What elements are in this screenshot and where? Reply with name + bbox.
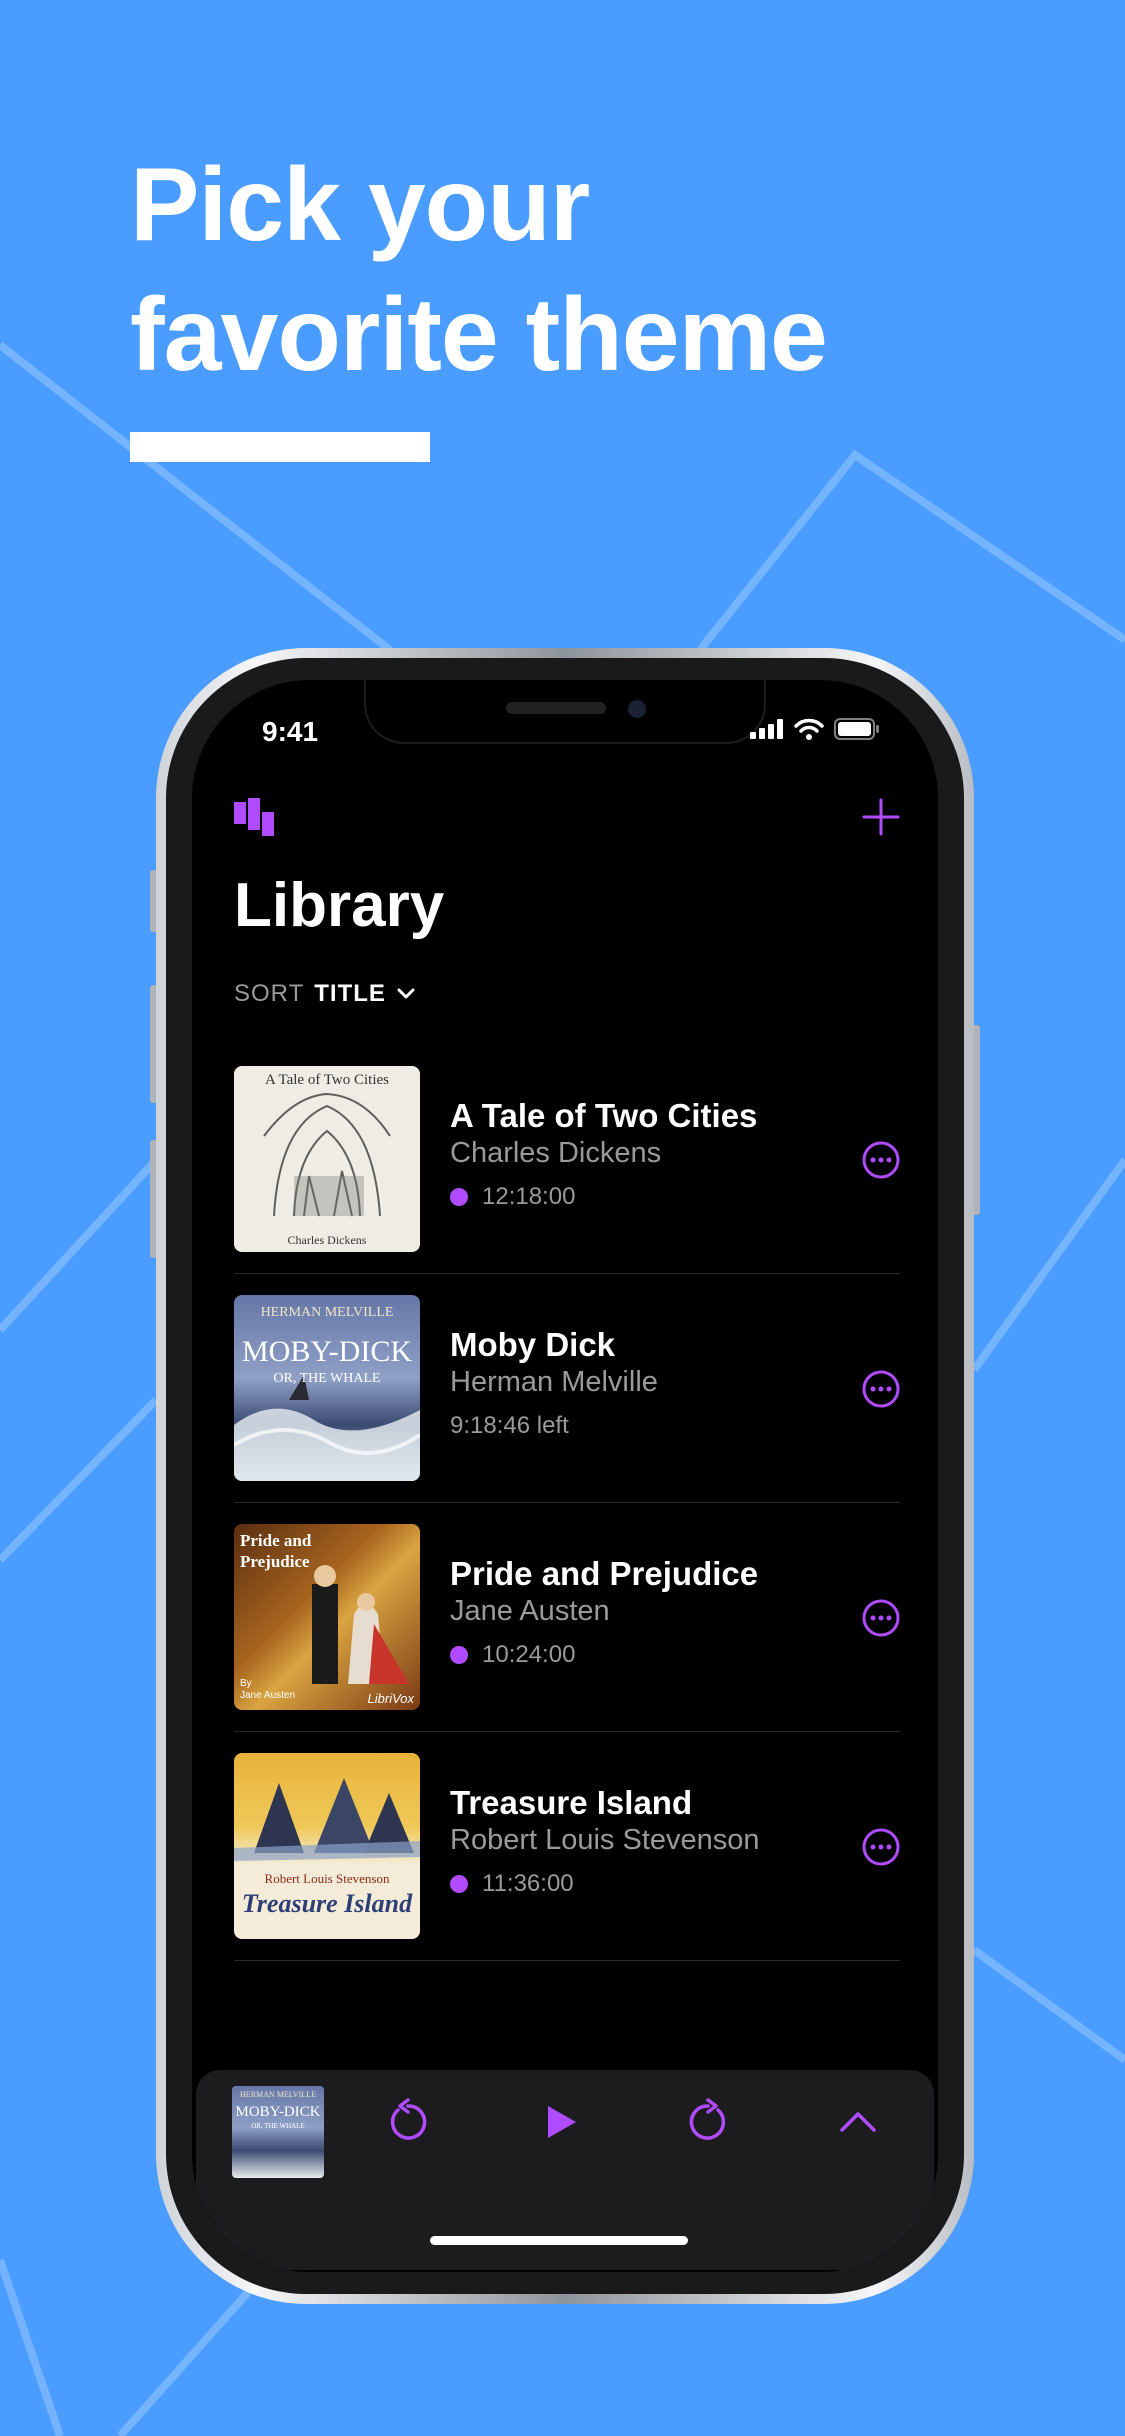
cover-art xyxy=(263,1092,391,1217)
page-title: Library xyxy=(234,871,445,940)
cover-author: Charles Dickens xyxy=(287,1233,367,1247)
skip-forward-icon[interactable] xyxy=(684,2098,732,2146)
book-title: Moby Dick xyxy=(450,1326,616,1363)
headline-line-2: favorite theme xyxy=(130,277,828,393)
more-options-icon[interactable] xyxy=(862,1599,900,1637)
book-list: A Tale of Two Cities Charles Dickens A T… xyxy=(234,1045,900,1961)
headline-line-1: Pick your xyxy=(130,147,590,263)
cover-title-line-2: Prejudice xyxy=(240,1552,310,1571)
cover-title: Treasure Island xyxy=(241,1889,413,1918)
unplayed-dot xyxy=(450,1188,468,1206)
book-cover: HERMAN MELVILLE MOBY-DICK OR, THE WHALE xyxy=(234,1295,420,1481)
status-time: 9:41 xyxy=(262,716,319,747)
unplayed-dot xyxy=(450,1646,468,1664)
book-author: Herman Melville xyxy=(450,1366,658,1398)
book-author: Robert Louis Stevenson xyxy=(450,1824,760,1856)
book-duration: 10:24:00 xyxy=(482,1641,576,1668)
status-icons xyxy=(750,718,880,740)
cover-author: Robert Louis Stevenson xyxy=(264,1871,390,1886)
sort-control[interactable]: SORT TITLE xyxy=(234,980,416,1008)
book-duration: 12:18:00 xyxy=(482,1183,576,1210)
play-icon[interactable] xyxy=(536,2098,584,2146)
book-meta: 11:36:00 xyxy=(450,1870,574,1898)
cellular-signal-icon xyxy=(750,719,783,739)
cover-by: By xyxy=(240,1678,252,1689)
cover-byline: By Jane Austen xyxy=(240,1678,295,1702)
earpiece-speaker xyxy=(506,702,606,714)
cover-art xyxy=(234,1375,420,1481)
cover-title: Pride and Prejudice xyxy=(240,1530,311,1572)
book-meta: 9:18:46 left xyxy=(450,1412,569,1440)
book-title: A Tale of Two Cities xyxy=(450,1097,758,1134)
book-row[interactable]: HERMAN MELVILLE MOBY-DICK OR, THE WHALE … xyxy=(234,1274,900,1503)
battery-icon xyxy=(834,718,879,740)
book-row[interactable]: Robert Louis Stevenson Treasure Island T… xyxy=(234,1732,900,1961)
book-meta: 12:18:00 xyxy=(450,1183,575,1211)
mini-cover-author: HERMAN MELVILLE xyxy=(240,2090,316,2099)
chevron-up-icon[interactable] xyxy=(834,2098,882,2146)
more-options-icon[interactable] xyxy=(862,1141,900,1179)
phone-screen: 9:41 Library SORT TITLE A Tale of Two Ci… xyxy=(192,680,938,2272)
sort-label: SORT xyxy=(234,980,305,1007)
cover-author: Jane Austen xyxy=(240,1690,296,1701)
cover-author: HERMAN MELVILLE xyxy=(260,1305,394,1320)
mini-player[interactable]: HERMAN MELVILLE MOBY-DICK OR, THE WHALE xyxy=(196,2070,934,2270)
book-row[interactable]: Pride and Prejudice By Jane Austen Libri… xyxy=(234,1503,900,1732)
cover-publisher: LibriVox xyxy=(367,1691,414,1706)
front-camera xyxy=(628,700,646,718)
book-time-left: 9:18:46 left xyxy=(450,1412,569,1439)
book-title: Pride and Prejudice xyxy=(450,1555,759,1592)
more-options-icon[interactable] xyxy=(862,1370,900,1408)
cover-subtitle: OR, THE WHALE xyxy=(273,1371,381,1386)
book-cover: A Tale of Two Cities Charles Dickens xyxy=(234,1066,420,1252)
unplayed-dot xyxy=(450,1875,468,1893)
book-author: Jane Austen xyxy=(450,1595,610,1627)
book-cover: Robert Louis Stevenson Treasure Island xyxy=(234,1753,420,1939)
chevron-down-icon xyxy=(397,988,415,999)
mini-cover-subtitle: OR, THE WHALE xyxy=(251,2122,305,2130)
cover-title: MOBY-DICK xyxy=(241,1335,412,1368)
notch xyxy=(364,680,766,744)
book-meta: 10:24:00 xyxy=(450,1641,575,1669)
cover-title: A Tale of Two Cities xyxy=(264,1072,389,1088)
skip-back-icon[interactable] xyxy=(384,2098,432,2146)
home-indicator[interactable] xyxy=(430,2236,688,2245)
app-logo-icon xyxy=(234,798,274,836)
book-author: Charles Dickens xyxy=(450,1137,662,1169)
book-duration: 11:36:00 xyxy=(482,1870,574,1897)
wifi-icon xyxy=(794,718,824,740)
headline: Pick your favorite theme xyxy=(130,140,828,400)
cover-title-line-1: Pride and xyxy=(240,1531,312,1550)
now-playing-cover[interactable]: HERMAN MELVILLE MOBY-DICK OR, THE WHALE xyxy=(232,2086,324,2178)
sort-value: TITLE xyxy=(314,980,386,1007)
add-icon[interactable] xyxy=(862,798,900,836)
mini-cover-title: MOBY-DICK xyxy=(235,2104,321,2120)
more-options-icon[interactable] xyxy=(862,1828,900,1866)
headline-underline xyxy=(130,432,430,462)
book-row[interactable]: A Tale of Two Cities Charles Dickens A T… xyxy=(234,1045,900,1274)
book-title: Treasure Island xyxy=(450,1784,693,1821)
book-cover: Pride and Prejudice By Jane Austen Libri… xyxy=(234,1524,420,1710)
